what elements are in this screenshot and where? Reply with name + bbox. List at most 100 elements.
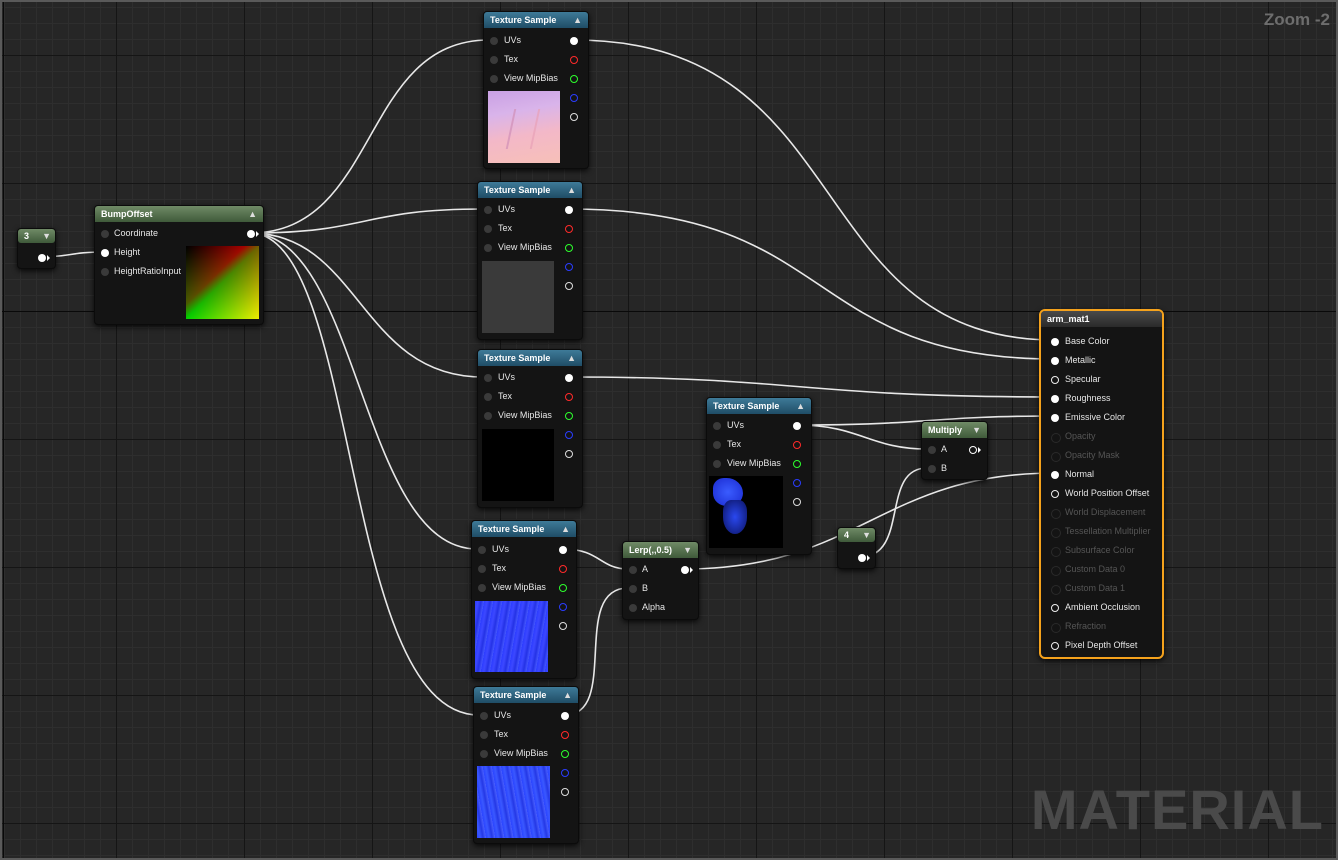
expand-arrow-icon[interactable]: ▼ [972,422,981,438]
input-pin-mipbias[interactable] [484,244,492,252]
input-pin-heightratio[interactable] [101,268,109,276]
material-input-pin[interactable] [1051,376,1059,384]
output-pin-a[interactable] [565,450,573,458]
collapse-icon[interactable]: ▲ [563,687,572,703]
input-pin-b[interactable] [629,585,637,593]
output-pin-g[interactable] [570,75,578,83]
material-input-pin[interactable] [1051,452,1061,462]
input-pin-tex[interactable] [480,731,488,739]
collapse-icon[interactable]: ▲ [573,12,582,28]
input-pin-tex[interactable] [484,393,492,401]
constant-node-3[interactable]: 3 ▼ [17,228,56,269]
material-input-pin[interactable] [1051,471,1059,479]
output-pin-b[interactable] [561,769,569,777]
output-pin-b[interactable] [565,263,573,271]
expand-arrow-icon[interactable]: ▼ [683,542,692,558]
input-pin-uvs[interactable] [484,206,492,214]
collapse-icon[interactable]: ▲ [796,398,805,414]
output-pin-g[interactable] [559,584,567,592]
material-output-node[interactable]: arm_mat1 Base Color Metallic Specular Rough… [1039,309,1164,659]
input-pin-mipbias[interactable] [480,750,488,758]
output-pin-a[interactable] [793,498,801,506]
input-pin-uvs[interactable] [713,422,721,430]
input-pin-a[interactable] [629,566,637,574]
input-pin-tex[interactable] [490,56,498,64]
output-pin-rgb[interactable] [570,37,578,45]
material-input-pin[interactable] [1051,509,1061,519]
output-pin[interactable] [247,230,255,238]
material-input-pin[interactable] [1051,604,1059,612]
material-input-pin[interactable] [1051,642,1059,650]
output-pin-r[interactable] [565,393,573,401]
collapse-icon[interactable]: ▲ [561,521,570,537]
input-pin-mipbias[interactable] [484,412,492,420]
output-pin-r[interactable] [793,441,801,449]
texture-sample-node-5[interactable]: Texture Sample ▲ UVs Tex View MipBias [473,686,579,844]
output-pin-g[interactable] [565,412,573,420]
input-pin-mipbias[interactable] [490,75,498,83]
output-pin-b[interactable] [565,431,573,439]
output-pin-r[interactable] [570,56,578,64]
bumpoffset-node[interactable]: BumpOffset ▲ Coordinate Height HeightRat… [94,205,264,325]
output-pin-rgb[interactable] [565,374,573,382]
expand-arrow-icon[interactable]: ▼ [42,229,51,243]
material-input-pin[interactable] [1051,433,1061,443]
material-input-pin[interactable] [1051,623,1061,633]
output-pin-rgb[interactable] [561,712,569,720]
output-pin-a[interactable] [565,282,573,290]
texture-sample-node-2[interactable]: Texture Sample ▲ UVs Tex View MipBias [477,181,583,340]
collapse-icon[interactable]: ▲ [567,350,576,366]
output-pin-rgb[interactable] [793,422,801,430]
output-pin-a[interactable] [561,788,569,796]
input-pin-tex[interactable] [478,565,486,573]
material-input-pin[interactable] [1051,395,1059,403]
material-input-pin[interactable] [1051,357,1059,365]
material-input-pin[interactable] [1051,338,1059,346]
collapse-icon[interactable]: ▲ [248,206,257,222]
material-input-pin[interactable] [1051,490,1059,498]
input-pin-uvs[interactable] [480,712,488,720]
output-pin-a[interactable] [559,622,567,630]
texture-sample-node-1[interactable]: Texture Sample ▲ UVs Tex View MipBias [483,11,589,169]
input-pin-mipbias[interactable] [713,460,721,468]
output-pin-g[interactable] [561,750,569,758]
output-pin[interactable] [38,254,46,262]
multiply-node[interactable]: Multiply ▼ A B [921,421,988,480]
input-pin-alpha[interactable] [629,604,637,612]
output-pin-rgb[interactable] [565,206,573,214]
input-pin-a[interactable] [928,446,936,454]
input-pin-uvs[interactable] [484,374,492,382]
input-pin-tex[interactable] [484,225,492,233]
material-input-pin[interactable] [1051,528,1061,538]
output-pin[interactable] [969,446,977,454]
expand-arrow-icon[interactable]: ▼ [862,528,871,542]
output-pin-a[interactable] [570,113,578,121]
texture-sample-node-4[interactable]: Texture Sample ▲ UVs Tex View MipBias [471,520,577,679]
material-input-pin[interactable] [1051,414,1059,422]
collapse-icon[interactable]: ▲ [567,182,576,198]
texture-sample-node-3[interactable]: Texture Sample ▲ UVs Tex View MipBias [477,349,583,508]
input-pin-uvs[interactable] [478,546,486,554]
input-pin-uvs[interactable] [490,37,498,45]
output-pin-r[interactable] [561,731,569,739]
output-pin-b[interactable] [559,603,567,611]
output-pin-b[interactable] [570,94,578,102]
output-pin-b[interactable] [793,479,801,487]
output-pin-rgb[interactable] [559,546,567,554]
input-pin-tex[interactable] [713,441,721,449]
material-input-pin[interactable] [1051,585,1061,595]
texture-sample-node-6[interactable]: Texture Sample ▲ UVs Tex View MipBias [706,397,812,555]
output-pin-g[interactable] [565,244,573,252]
input-pin-b[interactable] [928,465,936,473]
material-input-pin[interactable] [1051,566,1061,576]
output-pin[interactable] [858,554,866,562]
constant-node-4[interactable]: 4 ▼ [837,527,876,569]
output-pin-r[interactable] [565,225,573,233]
input-pin-mipbias[interactable] [478,584,486,592]
input-pin-height[interactable] [101,249,109,257]
output-pin-r[interactable] [559,565,567,573]
output-pin-g[interactable] [793,460,801,468]
lerp-node[interactable]: Lerp(,,0.5) ▼ A B Alpha [622,541,699,620]
material-input-pin[interactable] [1051,547,1061,557]
output-pin[interactable] [681,566,689,574]
